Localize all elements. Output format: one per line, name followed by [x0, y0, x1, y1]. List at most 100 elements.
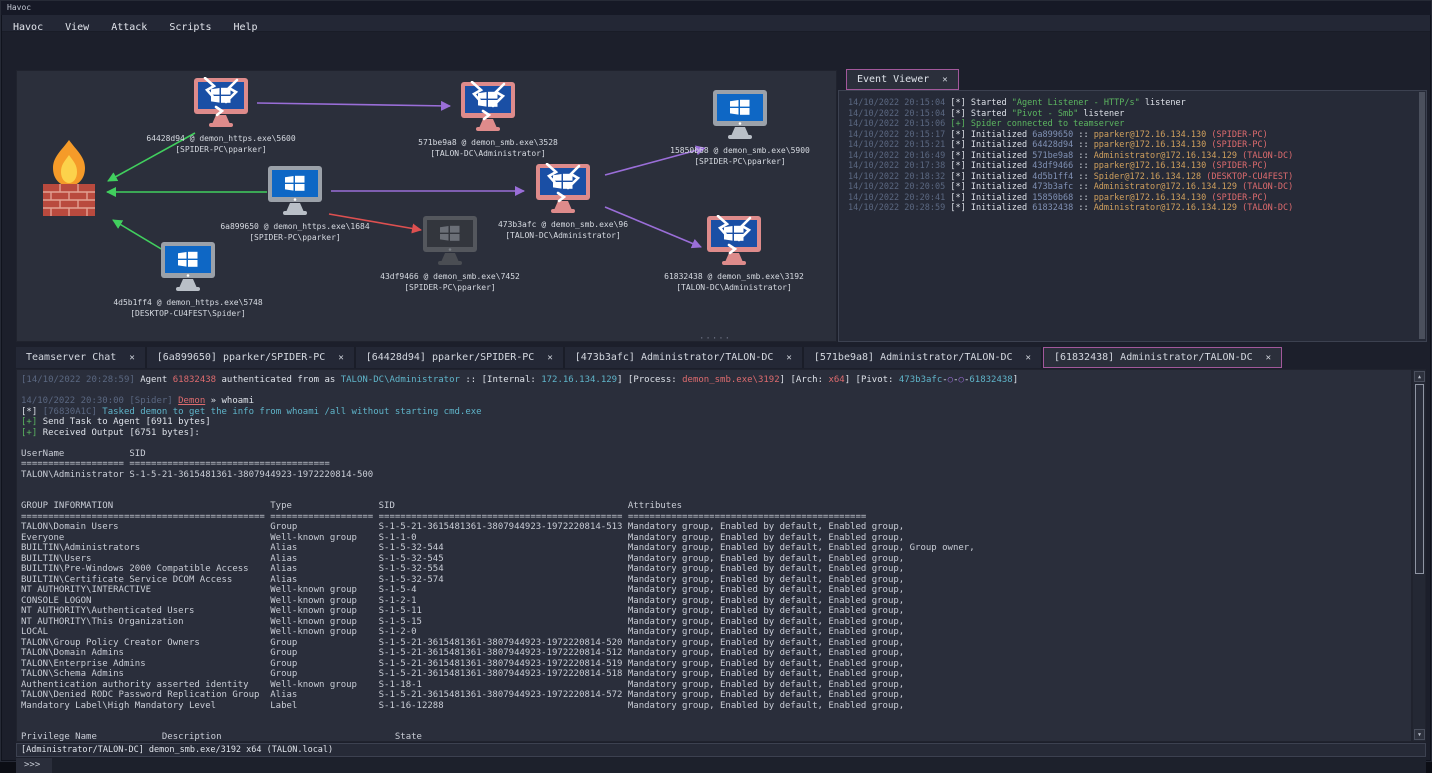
close-icon[interactable]: ✕: [129, 353, 134, 363]
tab-teamserver-chat[interactable]: Teamserver Chat ✕: [16, 347, 147, 368]
command-input-row: >>>: [16, 758, 1426, 773]
window-title: Havoc: [7, 3, 31, 12]
graph-node-64428d94[interactable]: 64428d94 @ demon_https.exe\5600[SPIDER-P…: [106, 77, 336, 155]
event-log-line: 14/10/2022 20:18:32 [*] Initialized 4d5b…: [848, 172, 1417, 183]
console-line: CONSOLE LOGON Well-known group S-1-2-1 M…: [21, 596, 1411, 607]
tab-473b3afc[interactable]: [473b3afc] Administrator/TALON-DC ✕: [565, 347, 804, 368]
tab-label: Teamserver Chat: [26, 352, 116, 363]
tab-6a899650[interactable]: [6a899650] pparker/SPIDER-PC ✕: [147, 347, 356, 368]
console-line: TALON\Group Policy Creator Owners Group …: [21, 638, 1411, 649]
event-log-line: 14/10/2022 20:16:49 [*] Initialized 571b…: [848, 151, 1417, 162]
agent-label: 571be9a8 @ demon_smb.exe\3528: [373, 137, 603, 148]
close-icon[interactable]: ✕: [786, 353, 791, 363]
close-icon[interactable]: ✕: [338, 353, 343, 363]
tab-61832438[interactable]: [61832438] Administrator/TALON-DC ✕: [1043, 347, 1282, 368]
console-line: GROUP INFORMATION Type SID Attributes: [21, 501, 1411, 512]
console-line: [+] Send Task to Agent [6911 bytes]: [21, 417, 1411, 428]
console-line: [21, 711, 1411, 722]
console-line: NT AUTHORITY\Authenticated Users Well-kn…: [21, 606, 1411, 617]
agent-label: 61832438 @ demon_smb.exe\3192: [619, 271, 837, 282]
agent-host-label: [DESKTOP-CU4FEST\Spider]: [73, 308, 303, 319]
console-line: LOCAL Well-known group S-1-2-0 Mandatory…: [21, 627, 1411, 638]
computer-icon: [192, 77, 250, 129]
graph-node-15850b68[interactable]: 15850b68 @ demon_smb.exe\5900[SPIDER-PC\…: [625, 89, 837, 167]
event-log-line: 14/10/2022 20:15:17 [*] Initialized 6a89…: [848, 130, 1417, 141]
tab-571be9a8[interactable]: [571be9a8] Administrator/TALON-DC ✕: [804, 347, 1043, 368]
event-log[interactable]: 14/10/2022 20:15:04 [*] Started "Agent L…: [838, 90, 1427, 342]
close-icon[interactable]: ✕: [942, 75, 947, 85]
console-line: [21, 480, 1411, 491]
console-line: Mandatory Label\High Mandatory Level Lab…: [21, 701, 1411, 712]
event-log-line: 14/10/2022 20:17:38 [*] Initialized 43df…: [848, 161, 1417, 172]
console-line: BUILTIN\Administrators Alias S-1-5-32-54…: [21, 543, 1411, 554]
console-line: [21, 491, 1411, 502]
scroll-up-icon[interactable]: ▲: [1414, 371, 1425, 382]
close-icon[interactable]: ✕: [1026, 353, 1031, 363]
tab-label: [61832438] Administrator/TALON-DC: [1054, 352, 1253, 363]
computer-icon: [421, 215, 479, 267]
event-log-line: 14/10/2022 20:15:06 [+] Spider connected…: [848, 119, 1417, 130]
console-line: [21, 722, 1411, 733]
havoc-window: Havoc HavocViewAttackScriptsHelp 64428d9…: [0, 0, 1432, 762]
tab-label: [6a899650] pparker/SPIDER-PC: [157, 352, 326, 363]
console-scrollbar[interactable]: ▲ ▼: [1412, 369, 1426, 742]
console-output[interactable]: [14/10/2022 20:28:59] Agent 61832438 aut…: [16, 369, 1412, 742]
firewall-icon: [40, 138, 98, 218]
console-line: BUILTIN\Certificate Service DCOM Access …: [21, 575, 1411, 586]
prompt-label: >>>: [16, 758, 52, 773]
graph-node-61832438[interactable]: 61832438 @ demon_smb.exe\3192[TALON-DC\A…: [619, 215, 837, 293]
computer-icon: [159, 241, 217, 293]
console-line: BUILTIN\Users Alias S-1-5-32-545 Mandato…: [21, 554, 1411, 565]
console-line: NT AUTHORITY\INTERACTIVE Well-known grou…: [21, 585, 1411, 596]
event-viewer-panel: Event Viewer ✕ 14/10/2022 20:15:04 [*] S…: [838, 68, 1427, 342]
tab-64428d94[interactable]: [64428d94] pparker/SPIDER-PC ✕: [356, 347, 565, 368]
event-log-line: 14/10/2022 20:15:04 [*] Started "Agent L…: [848, 98, 1417, 109]
event-log-line: 14/10/2022 20:15:04 [*] Started "Pivot -…: [848, 109, 1417, 120]
agent-host-label: [SPIDER-PC\pparker]: [106, 144, 336, 155]
event-log-line: 14/10/2022 20:20:05 [*] Initialized 473b…: [848, 182, 1417, 193]
graph-node-4d5b1ff4[interactable]: 4d5b1ff4 @ demon_https.exe\5748[DESKTOP-…: [73, 241, 303, 319]
console-line: TALON\Domain Admins Group S-1-5-21-36154…: [21, 648, 1411, 659]
event-log-line: 14/10/2022 20:20:41 [*] Initialized 1585…: [848, 193, 1417, 204]
agent-label: 15850b68 @ demon_smb.exe\5900: [625, 145, 837, 156]
tab-label: [473b3afc] Administrator/TALON-DC: [575, 352, 774, 363]
agent-status-bar: [Administrator/TALON-DC] demon_smb.exe/3…: [16, 743, 1426, 757]
console-line: BUILTIN\Pre-Windows 2000 Compatible Acce…: [21, 564, 1411, 575]
computer-icon: [705, 215, 763, 267]
tab-label: [64428d94] pparker/SPIDER-PC: [366, 352, 535, 363]
splitter-handle-icon[interactable]: ·····: [699, 335, 731, 344]
console-line: TALON\Enterprise Admins Group S-1-5-21-3…: [21, 659, 1411, 670]
console-line: [14/10/2022 20:28:59] Agent 61832438 aut…: [21, 375, 1411, 386]
agent-label: 43df9466 @ demon_smb.exe\7452: [335, 271, 565, 282]
command-input[interactable]: [52, 758, 1426, 773]
scrollbar-thumb[interactable]: [1419, 92, 1425, 339]
console-line: =================== ====================…: [21, 459, 1411, 470]
console-line: ========================================…: [21, 512, 1411, 523]
computer-icon: [534, 163, 592, 215]
console-line: TALON\Schema Admins Group S-1-5-21-36154…: [21, 669, 1411, 680]
graph-node-43df9466[interactable]: 43df9466 @ demon_smb.exe\7452[SPIDER-PC\…: [335, 215, 565, 293]
console-line: [+] Received Output [6751 bytes]:: [21, 428, 1411, 439]
main-content: 64428d94 @ demon_https.exe\5600[SPIDER-P…: [2, 32, 1430, 760]
tab-label: [571be9a8] Administrator/TALON-DC: [814, 352, 1013, 363]
console-line: 14/10/2022 20:30:00 [Spider] Demon » who…: [21, 396, 1411, 407]
console-line: [*] [76830A1C] Tasked demon to get the i…: [21, 407, 1411, 418]
close-icon[interactable]: ✕: [1266, 353, 1271, 363]
agent-host-label: [TALON-DC\Administrator]: [373, 148, 603, 159]
agent-host-label: [SPIDER-PC\pparker]: [335, 282, 565, 293]
computer-icon: [266, 165, 324, 217]
scrollbar-thumb[interactable]: [1415, 384, 1424, 574]
close-icon[interactable]: ✕: [547, 353, 552, 363]
session-graph[interactable]: 64428d94 @ demon_https.exe\5600[SPIDER-P…: [16, 70, 837, 342]
event-scrollbar[interactable]: [1419, 92, 1425, 339]
agent-label: 4d5b1ff4 @ demon_https.exe\5748: [73, 297, 303, 308]
scroll-down-icon[interactable]: ▼: [1414, 729, 1425, 740]
console-line: NT AUTHORITY\This Organization Well-know…: [21, 617, 1411, 628]
console-line: TALON\Domain Users Group S-1-5-21-361548…: [21, 522, 1411, 533]
tab-event-viewer[interactable]: Event Viewer ✕: [846, 69, 959, 90]
graph-node-571be9a8[interactable]: 571be9a8 @ demon_smb.exe\3528[TALON-DC\A…: [373, 81, 603, 159]
event-log-line: 14/10/2022 20:15:21 [*] Initialized 6442…: [848, 140, 1417, 151]
window-titlebar[interactable]: Havoc: [1, 1, 1431, 15]
event-viewer-tab-label: Event Viewer: [857, 74, 929, 85]
console-line: TALON\Administrator S-1-5-21-3615481361-…: [21, 470, 1411, 481]
